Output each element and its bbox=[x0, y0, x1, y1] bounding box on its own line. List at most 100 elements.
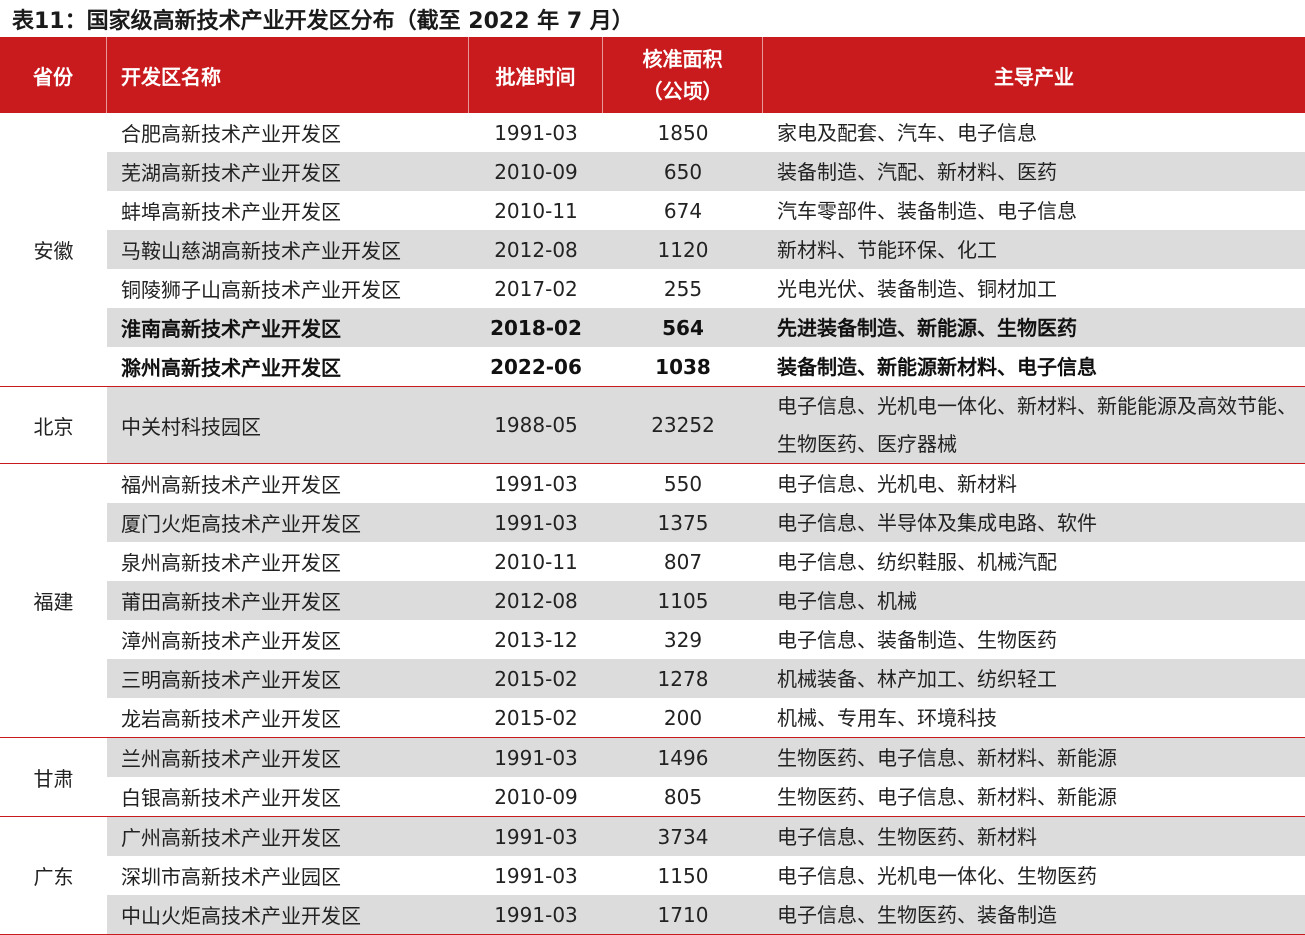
zone-name-cell: 马鞍山慈湖高新技术产业开发区 bbox=[121, 239, 401, 263]
approved-area-cell: 1710 bbox=[657, 902, 709, 927]
approved-area-cell: 807 bbox=[663, 549, 703, 574]
zone-name-cell: 铜陵狮子山高新技术产业开发区 bbox=[121, 278, 401, 302]
table-title: 表11：国家级高新技术产业开发区分布（截至 2022 年 7 月） bbox=[12, 9, 634, 34]
province-group: 广东 广州高新技术产业开发区 1991-03 3734 电子信息、生物医药、新材料 深圳市… bbox=[0, 817, 1305, 935]
approved-area-cell: 1278 bbox=[657, 666, 709, 691]
zone-name-cell: 龙岩高新技术产业开发区 bbox=[121, 707, 341, 731]
approved-area-cell: 255 bbox=[663, 276, 703, 301]
approval-date-cell: 1988-05 bbox=[494, 413, 578, 437]
approved-area-cell: 650 bbox=[663, 159, 703, 184]
province-cell: 福建 bbox=[33, 590, 74, 614]
table-row: 淮南高新技术产业开发区 2018-02 564 先进装备制造、新能源、生物医药 bbox=[107, 308, 1305, 347]
leading-industry-cell: 装备制造、新能源新材料、电子信息 bbox=[777, 354, 1097, 379]
approval-date-cell: 1991-03 bbox=[494, 510, 578, 535]
zone-name-cell: 兰州高新技术产业开发区 bbox=[121, 747, 341, 771]
approval-date-cell: 2015-02 bbox=[494, 705, 578, 730]
table-body: 安徽 合肥高新技术产业开发区 1991-03 1850 家电及配套、汽车、电子信息芜湖高… bbox=[0, 113, 1305, 935]
approved-area-cell: 1120 bbox=[657, 237, 709, 262]
approved-area-cell: 805 bbox=[663, 784, 703, 809]
province-group: 甘肃 兰州高新技术产业开发区 1991-03 1496 生物医药、电子信息、新材料、新能… bbox=[0, 738, 1305, 817]
approval-date-cell: 2012-08 bbox=[494, 588, 578, 613]
zone-name-cell: 滁州高新技术产业开发区 bbox=[121, 356, 341, 380]
approved-area-cell: 674 bbox=[663, 198, 703, 223]
approval-date-cell: 1991-03 bbox=[494, 471, 578, 496]
leading-industry-cell: 新材料、节能环保、化工 bbox=[777, 237, 997, 262]
leading-industry-cell: 机械装备、林产加工、纺织轻工 bbox=[777, 666, 1057, 691]
province-cell: 北京 bbox=[33, 414, 74, 439]
zone-name-cell: 深圳市高新技术产业园区 bbox=[121, 865, 341, 889]
approval-date-cell: 1991-03 bbox=[494, 902, 578, 927]
leading-industry-cell: 电子信息、生物医药、装备制造 bbox=[777, 902, 1057, 927]
province-group: 福建 福州高新技术产业开发区 1991-03 550 电子信息、光机电、新材料厦门火炬高… bbox=[0, 464, 1305, 738]
table-row: 广州高新技术产业开发区 1991-03 3734 电子信息、生物医药、新材料 bbox=[107, 817, 1305, 856]
province-group: 北京 中关村科技园区 1988-05 23252 电子信息、光机电一体化、新材料、新能能… bbox=[0, 387, 1305, 464]
leading-industry-cell: 电子信息、纺织鞋服、机械汽配 bbox=[777, 549, 1057, 574]
zone-name-cell: 蚌埠高新技术产业开发区 bbox=[121, 200, 341, 224]
leading-industry-cell: 电子信息、生物医药、新材料 bbox=[777, 824, 1037, 849]
approved-area-cell: 1496 bbox=[657, 745, 709, 770]
approval-date-cell: 2013-12 bbox=[494, 627, 578, 652]
table-row: 中关村科技园区 1988-05 23252 电子信息、光机电一体化、新材料、新能能源及… bbox=[107, 387, 1305, 463]
province-cell: 安徽 bbox=[33, 239, 74, 263]
zone-name-cell: 厦门火炬高技术产业开发区 bbox=[121, 512, 361, 536]
header-approved-area: 核准面积 （公顷） bbox=[603, 37, 763, 113]
approved-area-cell: 564 bbox=[662, 315, 704, 340]
table-row: 深圳市高新技术产业园区 1991-03 1150 电子信息、光机电一体化、生物医药 bbox=[107, 856, 1305, 895]
zone-name-cell: 广州高新技术产业开发区 bbox=[121, 826, 341, 850]
zone-name-cell: 中关村科技园区 bbox=[121, 414, 261, 439]
table-row: 铜陵狮子山高新技术产业开发区 2017-02 255 光电光伏、装备制造、铜材加工 bbox=[107, 269, 1305, 308]
table-row: 泉州高新技术产业开发区 2010-11 807 电子信息、纺织鞋服、机械汽配 bbox=[107, 542, 1305, 581]
approval-date-cell: 2010-09 bbox=[494, 784, 578, 809]
leading-industry-cell: 电子信息、半导体及集成电路、软件 bbox=[777, 510, 1097, 535]
leading-industry-cell: 装备制造、汽配、新材料、医药 bbox=[777, 159, 1057, 184]
approval-date-cell: 2022-06 bbox=[490, 354, 582, 379]
zone-name-cell: 三明高新技术产业开发区 bbox=[121, 668, 341, 692]
leading-industry-cell: 电子信息、光机电一体化、新材料、新能能源及高效节能、生物医药、医疗器械 bbox=[777, 394, 1297, 456]
approved-area-cell: 550 bbox=[663, 471, 703, 496]
table-row: 芜湖高新技术产业开发区 2010-09 650 装备制造、汽配、新材料、医药 bbox=[107, 152, 1305, 191]
zone-name-cell: 淮南高新技术产业开发区 bbox=[121, 317, 341, 341]
leading-industry-cell: 汽车零部件、装备制造、电子信息 bbox=[777, 198, 1077, 223]
header-province: 省份 bbox=[0, 37, 107, 113]
leading-industry-cell: 电子信息、光机电一体化、生物医药 bbox=[777, 863, 1097, 888]
approved-area-cell: 1850 bbox=[657, 120, 709, 145]
approval-date-cell: 1991-03 bbox=[494, 824, 578, 849]
province-group: 安徽 合肥高新技术产业开发区 1991-03 1850 家电及配套、汽车、电子信息芜湖高… bbox=[0, 113, 1305, 387]
zone-name-cell: 莆田高新技术产业开发区 bbox=[121, 590, 341, 614]
approval-date-cell: 1991-03 bbox=[494, 863, 578, 888]
header-area-unit: （公顷） bbox=[642, 79, 723, 103]
table-row: 白银高新技术产业开发区 2010-09 805 生物医药、电子信息、新材料、新能源 bbox=[107, 777, 1305, 816]
leading-industry-cell: 光电光伏、装备制造、铜材加工 bbox=[777, 276, 1057, 301]
leading-industry-cell: 电子信息、机械 bbox=[777, 588, 917, 613]
approved-area-cell: 1105 bbox=[657, 588, 709, 613]
approval-date-cell: 2017-02 bbox=[494, 276, 578, 301]
leading-industry-cell: 电子信息、光机电、新材料 bbox=[777, 471, 1017, 496]
approval-date-cell: 1991-03 bbox=[494, 745, 578, 770]
zone-name-cell: 福州高新技术产业开发区 bbox=[121, 473, 341, 497]
table-row: 中山火炬高技术产业开发区 1991-03 1710 电子信息、生物医药、装备制造 bbox=[107, 895, 1305, 934]
header-zone-name: 开发区名称 bbox=[107, 37, 469, 113]
approval-date-cell: 2010-11 bbox=[494, 198, 578, 223]
approved-area-cell: 200 bbox=[663, 705, 703, 730]
zone-name-cell: 漳州高新技术产业开发区 bbox=[121, 629, 341, 653]
approved-area-cell: 329 bbox=[663, 627, 703, 652]
header-area-label: 核准面积 bbox=[642, 47, 723, 71]
high-tech-zone-table: 省份 开发区名称 批准时间 核准面积 （公顷） 主导产业 安徽 合肥高新技术产业开… bbox=[0, 37, 1305, 935]
approval-date-cell: 1991-03 bbox=[494, 120, 578, 145]
approved-area-cell: 1150 bbox=[657, 863, 709, 888]
approved-area-cell: 23252 bbox=[651, 413, 715, 437]
leading-industry-cell: 先进装备制造、新能源、生物医药 bbox=[777, 315, 1077, 340]
leading-industry-cell: 家电及配套、汽车、电子信息 bbox=[777, 120, 1037, 145]
zone-name-cell: 芜湖高新技术产业开发区 bbox=[121, 161, 341, 185]
province-cell: 广东 bbox=[33, 865, 74, 889]
zone-name-cell: 白银高新技术产业开发区 bbox=[121, 786, 341, 810]
approved-area-cell: 1038 bbox=[655, 354, 711, 379]
approval-date-cell: 2015-02 bbox=[494, 666, 578, 691]
province-cell: 甘肃 bbox=[33, 766, 74, 791]
header-approval-date: 批准时间 bbox=[469, 37, 603, 113]
approval-date-cell: 2012-08 bbox=[494, 237, 578, 262]
zone-name-cell: 合肥高新技术产业开发区 bbox=[121, 122, 341, 146]
table-row: 滁州高新技术产业开发区 2022-06 1038 装备制造、新能源新材料、电子信息 bbox=[107, 347, 1305, 386]
leading-industry-cell: 生物医药、电子信息、新材料、新能源 bbox=[777, 784, 1117, 809]
approval-date-cell: 2018-02 bbox=[490, 315, 582, 340]
